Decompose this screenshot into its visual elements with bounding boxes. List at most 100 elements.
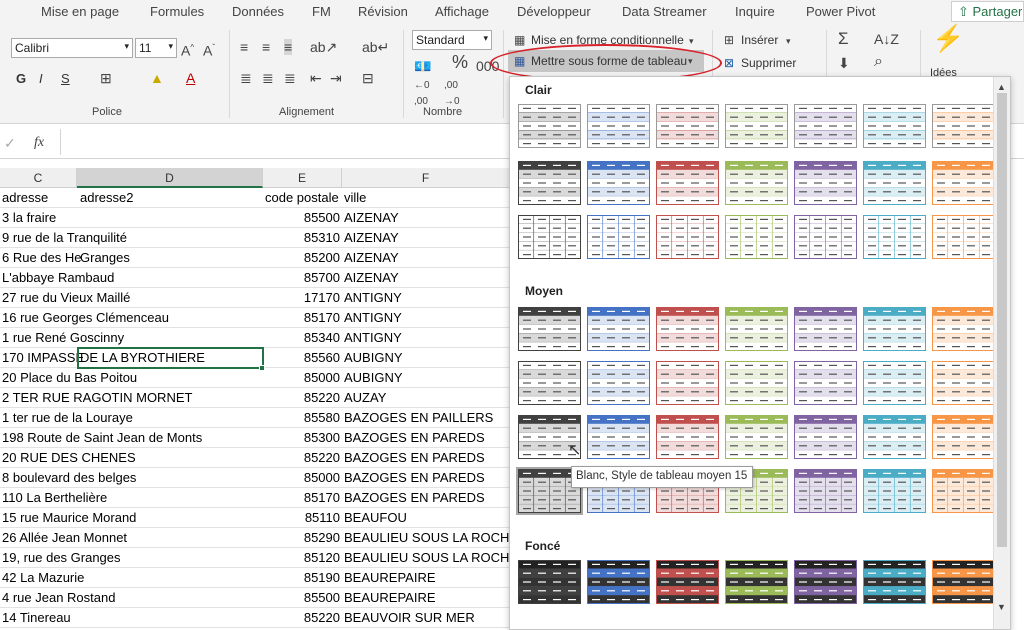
tab-data-streamer[interactable]: Data Streamer [622,4,707,19]
align-left-icon[interactable]: ≣ [240,70,252,86]
tab-affichage[interactable]: Affichage [435,4,489,19]
table-style-thumbnail[interactable] [518,307,581,351]
fx-icon[interactable]: fx [34,135,44,151]
table-style-thumbnail[interactable] [725,361,788,405]
table-style-thumbnail[interactable] [518,161,581,205]
delete-button[interactable]: Supprimer [741,56,796,70]
cell-e[interactable]: 85500 [263,588,340,608]
table-style-thumbnail[interactable] [794,104,857,148]
bold-button[interactable]: G [16,71,26,86]
table-style-thumbnail[interactable] [587,161,650,205]
currency-icon[interactable]: 💶 [414,58,431,74]
number-format-select[interactable]: Standard ▾ [412,30,492,50]
cell-f[interactable]: AUBIGNY [344,368,403,388]
align-bottom-icon[interactable]: ≡ [284,39,293,55]
cell-c[interactable]: 19, rue des Granges [2,548,121,568]
cell-f[interactable]: BEAUREPAIRE [344,588,436,608]
cell-c[interactable]: L'abbaye Rambaud [2,268,114,288]
cell-e[interactable]: 85310 [263,228,340,248]
cell-c[interactable]: 1 ter rue de la Louraye [2,408,133,428]
table-style-thumbnail[interactable] [518,104,581,148]
table-style-thumbnail[interactable] [725,415,788,459]
cell-e[interactable]: 85340 [263,328,340,348]
table-style-thumbnail[interactable] [863,361,926,405]
header-cell-adresse2[interactable]: adresse2 [80,188,133,208]
font-color-icon[interactable]: A [186,70,195,86]
cell-c[interactable]: 14 Tinereau [2,608,71,628]
table-style-thumbnail[interactable] [656,215,719,259]
sort-filter-icon[interactable]: A↓Z [874,31,899,47]
cell-c[interactable]: 198 Route de Saint Jean de Monts [2,428,202,448]
align-right-icon[interactable]: ≣ [284,70,296,86]
cell-c[interactable]: 6 Rue des He [2,248,82,268]
find-select-icon[interactable]: ⌕ [874,54,883,70]
wrap-text-icon[interactable]: ab↵ [362,39,389,55]
cell-e[interactable]: 85290 [263,528,340,548]
insert-button[interactable]: Insérer [741,33,778,47]
cell-e[interactable]: 85220 [263,608,340,628]
column-header-c[interactable]: C [0,168,77,188]
cell-f[interactable]: BAZOGES EN PAREDS [344,448,485,468]
cell-c[interactable]: 42 La Mazurie [2,568,84,588]
table-style-thumbnail[interactable] [932,415,995,459]
table-style-thumbnail[interactable] [587,215,650,259]
table-style-thumbnail[interactable] [587,415,650,459]
tab-power-pivot[interactable]: Power Pivot [806,4,875,19]
orientation-icon[interactable]: ab↗ [310,39,337,55]
cell-f[interactable]: BEAULIEU SOUS LA ROCHE [344,528,518,548]
scroll-down-icon[interactable]: ▼ [997,599,1006,615]
cell-c[interactable]: 4 rue Jean Rostand [2,588,115,608]
align-middle-icon[interactable]: ≡ [262,39,270,55]
tab-formules[interactable]: Formules [150,4,204,19]
table-style-thumbnail[interactable] [863,307,926,351]
cell-e[interactable]: 85560 [263,348,340,368]
cell-c[interactable]: 15 rue Maurice Morand [2,508,136,528]
table-style-thumbnail[interactable] [656,361,719,405]
cell-c[interactable]: 8 boulevard des belges [2,468,136,488]
cell-c[interactable]: 26 Allée Jean Monnet [2,528,127,548]
table-style-thumbnail[interactable] [656,161,719,205]
table-style-thumbnail[interactable] [863,215,926,259]
header-cell-adresse[interactable]: adresse [2,188,48,208]
font-name-select[interactable]: Calibri ▾ [11,38,133,58]
table-style-thumbnail[interactable] [587,307,650,351]
table-style-thumbnail[interactable] [932,161,995,205]
table-style-thumbnail[interactable] [932,469,995,513]
cell-f[interactable]: BEAUVOIR SUR MER [344,608,475,628]
table-style-thumbnail[interactable] [863,469,926,513]
table-style-thumbnail[interactable] [794,560,857,604]
table-style-thumbnail[interactable] [794,361,857,405]
cell-c[interactable]: 2 TER RUE RAGOTIN MORNET [2,388,192,408]
cell-e[interactable]: 17170 [263,288,340,308]
cell-c[interactable]: 27 rue du Vieux Maillé [2,288,130,308]
cell-c[interactable]: 20 Place du Bas Poitou [2,368,137,388]
cell-e[interactable]: 85170 [263,308,340,328]
tab-developpeur[interactable]: Développeur [517,4,591,19]
column-header-e[interactable]: E [263,168,342,188]
table-style-thumbnail[interactable] [863,415,926,459]
cell-c[interactable]: 16 rue Georges Clémenceau [2,308,169,328]
lightning-icon[interactable]: ⚡ [932,25,964,51]
table-style-thumbnail[interactable] [863,161,926,205]
cell-f[interactable]: BAZOGES EN PAREDS [344,428,485,448]
autosum-icon[interactable]: Σ [838,30,849,47]
cell-f[interactable]: ANTIGNY [344,288,402,308]
table-style-thumbnail[interactable] [794,161,857,205]
table-style-thumbnail[interactable] [932,361,995,405]
table-style-thumbnail[interactable] [656,415,719,459]
cell-c[interactable]: 1 rue René Goscinny [2,328,124,348]
underline-button[interactable]: S [61,71,70,86]
cell-f[interactable]: BEAUFOU [344,508,407,528]
cell-f[interactable]: AIZENAY [344,248,399,268]
header-cell-code-postale[interactable]: code postale [265,188,339,208]
cell-f[interactable]: AUBIGNY [344,348,403,368]
cell-f[interactable]: BEAUREPAIRE [344,568,436,588]
table-style-thumbnail[interactable] [518,361,581,405]
table-style-thumbnail[interactable] [794,307,857,351]
scroll-thumb[interactable] [997,93,1007,547]
cell-f[interactable]: AIZENAY [344,268,399,288]
cell-e[interactable]: 85170 [263,488,340,508]
table-style-thumbnail[interactable] [518,560,581,604]
table-style-thumbnail[interactable] [863,560,926,604]
table-style-thumbnail[interactable] [725,161,788,205]
